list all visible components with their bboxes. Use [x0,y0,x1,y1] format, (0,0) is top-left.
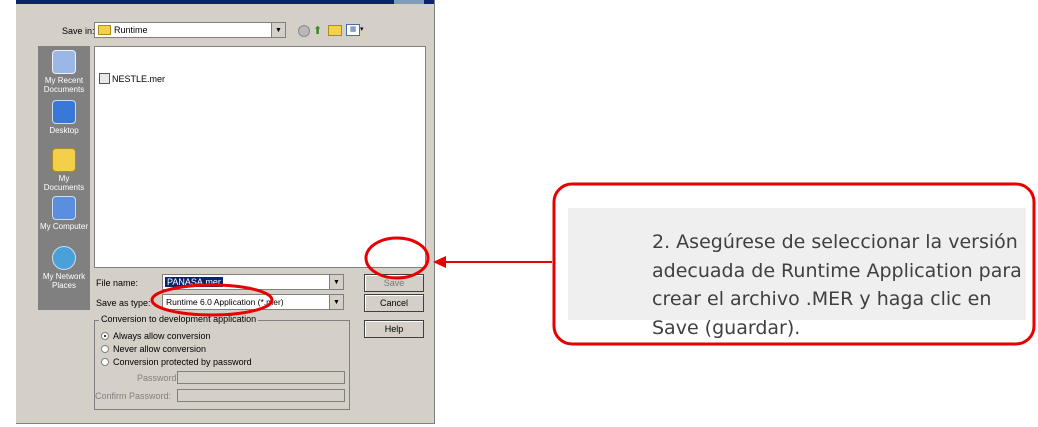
save-as-type-highlight [150,283,274,317]
arrow-head-icon [433,256,446,268]
callout-text: 2. Asegúrese de seleccionar la versión a… [652,231,1022,339]
save-button-highlight [364,236,430,280]
